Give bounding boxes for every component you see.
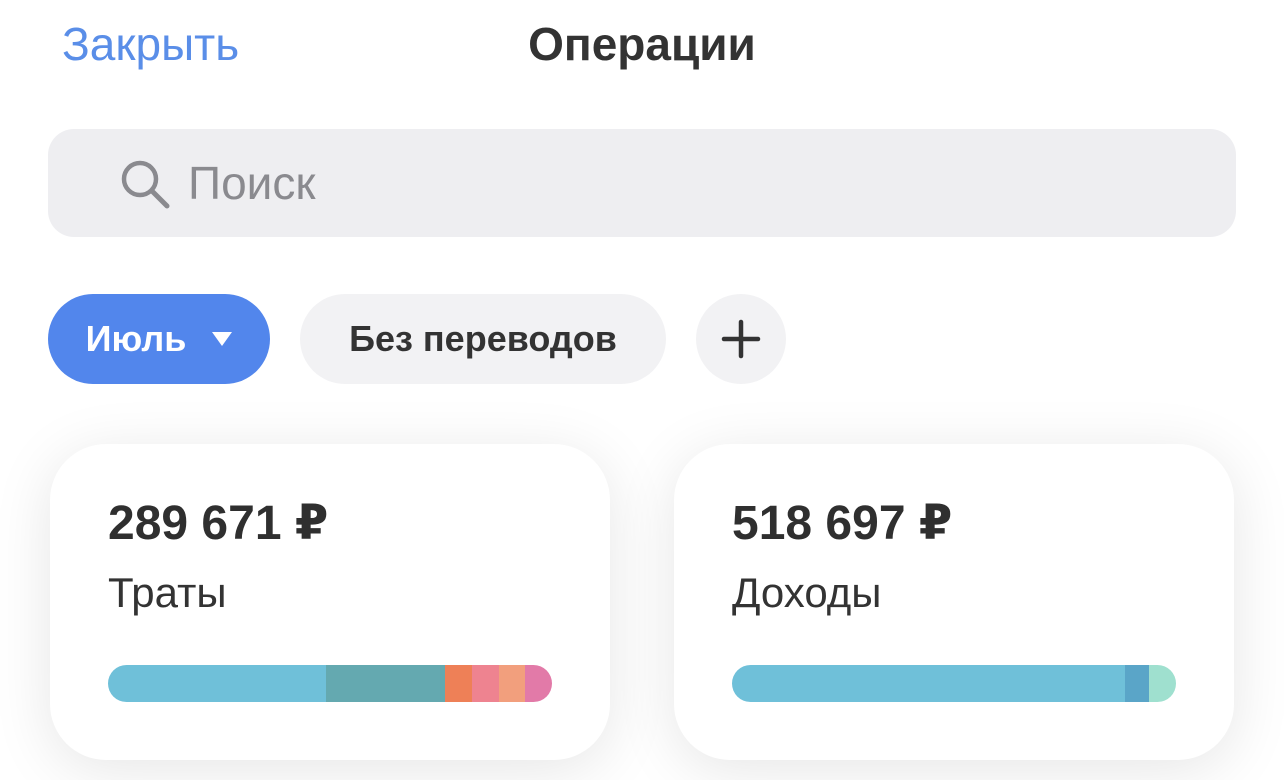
bar-segment (325, 665, 446, 702)
income-label: Доходы (732, 569, 882, 616)
month-filter-button[interactable]: Июль (48, 294, 270, 384)
bar-segment (108, 665, 326, 702)
spending-category-bar (108, 665, 552, 702)
spending-label: Траты (108, 569, 227, 616)
income-card[interactable]: 518 697 ₽ Доходы (674, 444, 1234, 760)
month-filter-label: Июль (85, 318, 187, 359)
spending-amount: 289 671 ₽ (108, 497, 329, 550)
header: Закрыть Операции (0, 0, 1284, 100)
income-category-bar (732, 665, 1176, 702)
income-amount: 518 697 ₽ (732, 497, 953, 550)
spending-card[interactable]: 289 671 ₽ Траты (50, 444, 610, 760)
search-icon (121, 160, 170, 209)
bar-segment (732, 665, 1125, 702)
bar-segment (1124, 665, 1150, 702)
without-transfers-filter-button[interactable]: Без переводов (300, 294, 666, 384)
add-filter-button[interactable] (696, 294, 786, 384)
search-input[interactable] (188, 156, 1188, 210)
page-title: Операции (528, 18, 756, 70)
bar-segment (525, 665, 552, 702)
bar-segment (472, 665, 499, 702)
bar-segment (498, 665, 526, 702)
bar-segment (1149, 665, 1176, 702)
bar-segment (445, 665, 473, 702)
search-bar[interactable] (48, 129, 1236, 237)
plus-icon (721, 319, 761, 359)
chevron-down-icon (212, 332, 233, 346)
without-transfers-label: Без переводов (349, 318, 617, 359)
